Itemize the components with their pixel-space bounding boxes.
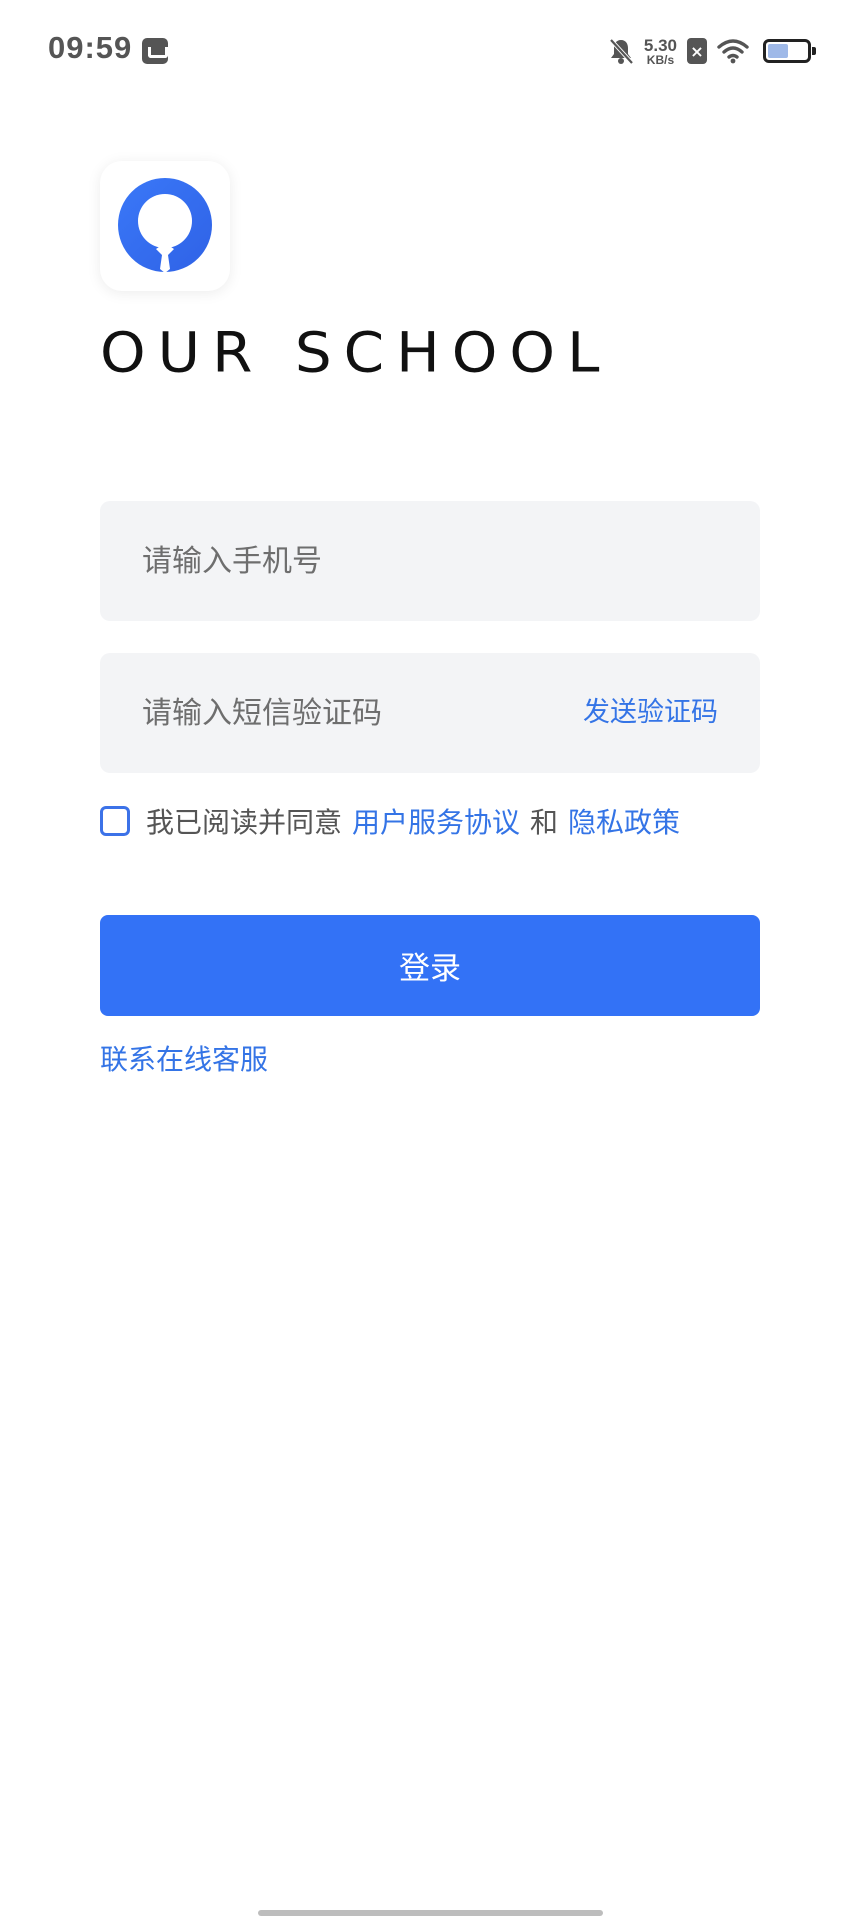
home-indicator[interactable] (258, 1910, 603, 1916)
agreement-row: 我已阅读并同意 用户服务协议 和 隐私政策 (100, 801, 680, 841)
bell-muted-icon (609, 38, 634, 65)
battery-level (768, 44, 788, 58)
sms-code-field[interactable]: 发送验证码 (100, 653, 760, 773)
status-icons: 5.30 KB/s × (608, 34, 816, 68)
phone-input[interactable] (142, 501, 722, 621)
terms-link[interactable]: 用户服务协议 (352, 801, 520, 841)
agreement-checkbox[interactable] (100, 806, 130, 836)
status-bar: 09:59 5.30 KB/s × (0, 0, 861, 100)
network-speed: 5.30 KB/s (644, 37, 677, 66)
send-code-button[interactable]: 发送验证码 (583, 653, 718, 773)
network-speed-unit: KB/s (646, 52, 675, 67)
sms-code-input[interactable] (142, 653, 522, 773)
login-screen: 09:59 5.30 KB/s × OUR SCHOOL 请输入手机号 请输入短… (0, 0, 861, 1920)
brand-name: OUR SCHOOL (100, 320, 612, 385)
online-support-link[interactable]: 联系在线客服 (100, 1038, 268, 1078)
sim-x-icon: × (687, 38, 707, 64)
agreement-prefix: 我已阅读并同意 (146, 806, 343, 839)
agreement-and: 和 (530, 806, 559, 839)
battery-icon (763, 39, 816, 63)
login-button[interactable]: 登录 (100, 915, 760, 1016)
app-notification-icon (142, 38, 168, 64)
school-logo-icon (118, 178, 212, 273)
app-logo (100, 161, 230, 291)
status-time: 09:59 (48, 30, 133, 65)
wifi-icon (717, 39, 749, 64)
phone-field[interactable] (100, 501, 760, 621)
privacy-link[interactable]: 隐私政策 (568, 801, 680, 841)
network-speed-value: 5.30 (643, 35, 677, 55)
